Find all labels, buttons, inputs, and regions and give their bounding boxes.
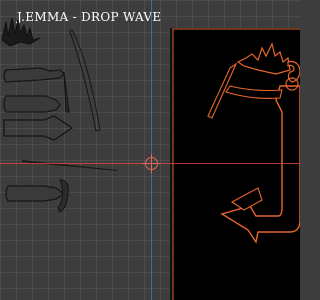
design-canvas[interactable]: J.EMMA - DROP WAVE — [0, 0, 300, 300]
origin-crosshair-icon[interactable] — [142, 154, 161, 173]
logo-layer — [172, 28, 300, 300]
logo-letter-j[interactable] — [220, 85, 300, 244]
logo-swoosh[interactable] — [225, 85, 283, 99]
y-axis-guide — [151, 0, 152, 300]
logo-letter-j-inner[interactable] — [230, 187, 263, 211]
logo-crown-shape[interactable] — [236, 42, 291, 75]
